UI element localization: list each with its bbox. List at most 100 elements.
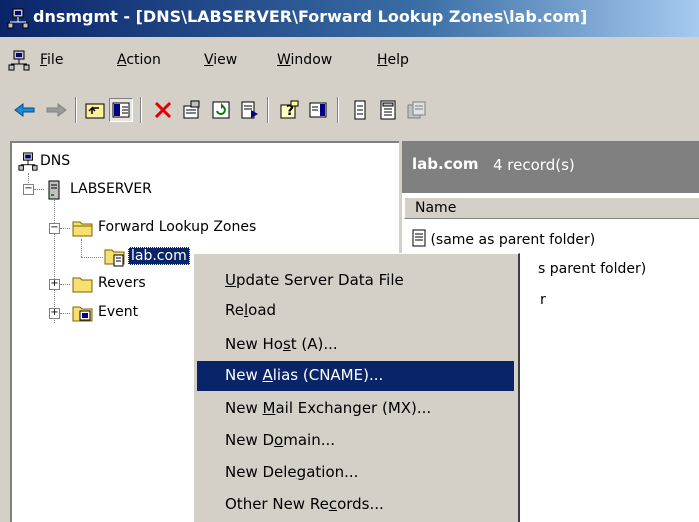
event-viewer-icon [72, 306, 93, 322]
menu-item-label: New Host (A)... [225, 335, 338, 353]
forward-icon [46, 103, 67, 117]
menu-help[interactable]: Help [377, 52, 409, 68]
column-header-name[interactable]: Name [404, 197, 699, 219]
menu-item-label: Reload [225, 301, 277, 319]
refresh-button[interactable] [209, 98, 233, 122]
expand-toggle-event-viewer[interactable]: + [49, 308, 60, 319]
show-hide-tree-icon [112, 102, 130, 118]
properties-button[interactable] [180, 98, 204, 122]
help-icon: ? [280, 100, 299, 119]
menu-item-new-host[interactable]: New Host (A)... [197, 330, 514, 360]
menu-window[interactable]: Window [277, 52, 332, 68]
tree-node-lab-com[interactable]: lab.com [128, 247, 190, 265]
tree-node-reverse-lookup-zones[interactable]: Revers [98, 275, 146, 291]
folder-icon [72, 277, 93, 293]
export-list-button[interactable] [238, 98, 262, 122]
menu-item-label: New Delegation... [225, 463, 359, 481]
list-item[interactable]: (same as parent folder) [412, 229, 595, 248]
tree-line [54, 199, 56, 323]
menu-item-label: New Alias (CNAME)... [225, 366, 384, 384]
dns-root-icon [18, 152, 38, 171]
details-title: lab.com [412, 155, 479, 173]
back-icon [14, 103, 35, 117]
show-hide-tree-button[interactable] [109, 98, 133, 122]
toolbar-separator [267, 97, 269, 123]
menu-item-reload[interactable]: Reload [197, 296, 514, 326]
menu-item-new-mail-exchanger[interactable]: New Mail Exchanger (MX)... [197, 394, 514, 424]
record-icon [412, 229, 426, 247]
tree-line [34, 189, 44, 191]
list-item[interactable]: r [540, 292, 546, 308]
column-header-label: Name [415, 200, 457, 216]
back-button[interactable] [13, 98, 37, 122]
menu-item-label: New Mail Exchanger (MX)... [225, 399, 432, 417]
menu-help-mnemonic: H [377, 52, 388, 68]
context-menu: Update Server Data File Reload New Host … [193, 253, 520, 522]
menu-item-other-new-records[interactable]: Other New Records... [197, 490, 514, 520]
properties-icon [183, 100, 200, 119]
zone-folder-icon [104, 249, 125, 267]
window-title: dnsmgmt - [DNS\LABSERVER\Forward Lookup … [33, 7, 588, 26]
record-name: r [540, 292, 546, 308]
new-zone-icon [380, 100, 396, 120]
new-record-icon [354, 100, 366, 120]
tree-line [60, 313, 70, 315]
tree-node-dns[interactable]: DNS [40, 153, 70, 169]
menu-bar: File Action View Window Help [0, 46, 699, 76]
export-list-icon [241, 101, 258, 119]
list-item[interactable]: s parent folder) [538, 261, 646, 277]
collapse-toggle-labserver[interactable]: − [23, 184, 34, 195]
toolbar-separator [337, 97, 339, 123]
menu-item-label: Update Server Data File [225, 271, 404, 289]
new-zone-button[interactable] [376, 98, 400, 122]
dns-app-icon [7, 8, 29, 29]
forward-button[interactable] [44, 98, 68, 122]
new-server-button[interactable] [405, 98, 429, 122]
new-record-button[interactable] [348, 98, 372, 122]
tree-node-event-viewer[interactable]: Event [98, 304, 138, 320]
help-button[interactable]: ? [278, 98, 302, 122]
tree-line [81, 239, 83, 257]
details-header: lab.com 4 record(s) [402, 143, 699, 193]
menu-help-rest: elp [387, 52, 409, 68]
tree-line [81, 257, 103, 259]
menu-view-rest: iew [213, 52, 238, 68]
menu-item-new-delegation[interactable]: New Delegation... [197, 458, 514, 488]
toolbar: ? [0, 88, 699, 128]
menu-action-rest: ction [126, 52, 161, 68]
menu-window-mnemonic: W [277, 52, 291, 68]
menu-item-new-alias[interactable]: New Alias (CNAME)... [197, 361, 514, 391]
toolbar-separator [75, 97, 77, 123]
menu-view[interactable]: View [204, 52, 237, 68]
menu-window-rest: indow [290, 52, 333, 68]
tree-line [60, 228, 70, 230]
menu-action[interactable]: Action [117, 52, 161, 68]
tree-line [60, 284, 70, 286]
up-folder-icon [85, 103, 105, 119]
menu-item-label: Other New Records... [225, 495, 384, 513]
record-name: (same as parent folder) [430, 232, 596, 248]
up-folder-button[interactable] [83, 98, 107, 122]
menu-view-mnemonic: V [204, 52, 214, 68]
toolbar-separator [140, 97, 142, 123]
folder-open-icon [72, 221, 93, 237]
action-pane-button[interactable] [306, 98, 330, 122]
dns-menu-icon[interactable] [8, 50, 30, 72]
server-icon [48, 180, 60, 200]
delete-icon [154, 101, 172, 119]
menu-action-mnemonic: A [117, 52, 127, 68]
menu-file[interactable]: File [40, 52, 63, 68]
menu-file-mnemonic: F [40, 52, 48, 68]
menu-item-label: New Domain... [225, 431, 336, 449]
tree-node-labserver[interactable]: LABSERVER [70, 181, 152, 197]
action-pane-icon [309, 102, 327, 118]
menu-item-update-server-data-file[interactable]: Update Server Data File [197, 266, 514, 296]
refresh-icon [212, 101, 230, 119]
tree-node-forward-lookup-zones[interactable]: Forward Lookup Zones [98, 219, 256, 235]
menu-file-rest: ile [47, 52, 64, 68]
expand-toggle-reverse-zones[interactable]: + [49, 279, 60, 290]
collapse-toggle-forward-zones[interactable]: − [49, 223, 60, 234]
menu-item-new-domain[interactable]: New Domain... [197, 426, 514, 456]
new-server-icon [407, 101, 426, 119]
delete-button[interactable] [151, 98, 175, 122]
